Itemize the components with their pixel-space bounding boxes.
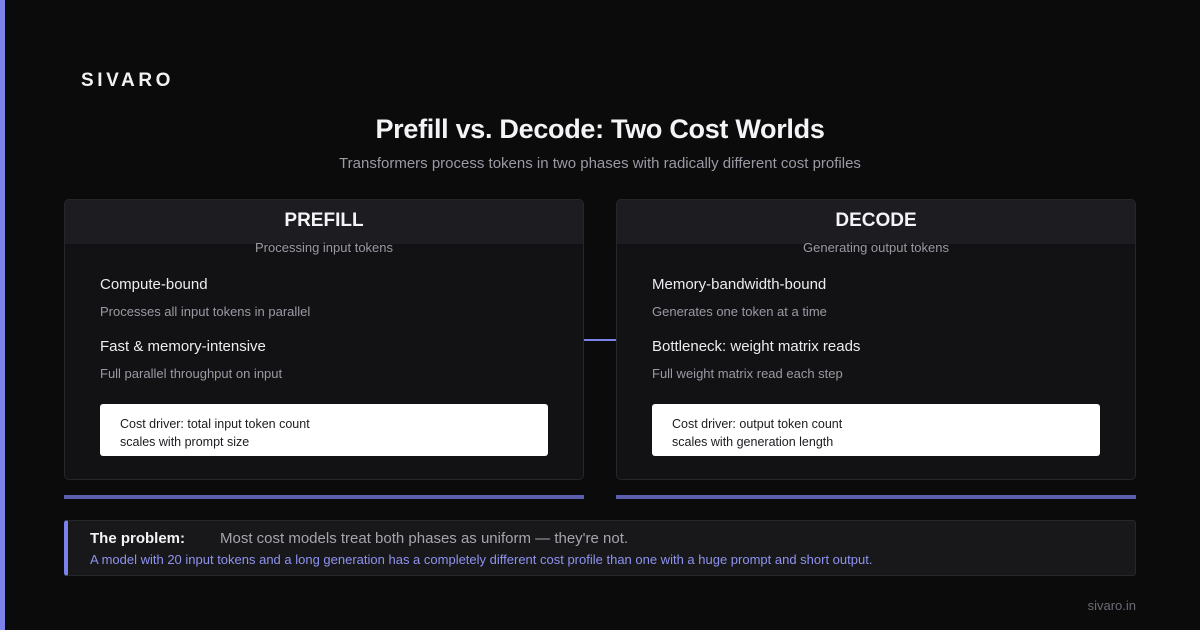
prefill-cost-scaling: scales with prompt size bbox=[120, 435, 250, 449]
decode-cost-driver-box: Cost driver: output token count scales w… bbox=[652, 404, 1100, 456]
decode-card-header: DECODE bbox=[617, 200, 1135, 244]
decode-cost-driver: Cost driver: output token count bbox=[672, 417, 843, 431]
prefill-point-2-head: Fast & memory-intensive bbox=[100, 338, 266, 355]
decode-underline-bar bbox=[616, 495, 1136, 499]
decode-point-2-head: Bottleneck: weight matrix reads bbox=[652, 338, 861, 355]
decode-card: DECODE Generating output tokens Memory-b… bbox=[616, 199, 1136, 480]
decode-point-2-desc: Full weight matrix read each step bbox=[652, 366, 843, 381]
problem-detail: A model with 20 input tokens and a long … bbox=[90, 552, 873, 567]
prefill-cost-driver: Cost driver: total input token count bbox=[120, 417, 310, 431]
brand-logo: SIVARO bbox=[81, 70, 175, 91]
left-accent-bar bbox=[0, 0, 5, 630]
prefill-underline-bar bbox=[64, 495, 584, 499]
footer-domain: sivaro.in bbox=[1087, 598, 1136, 613]
prefill-point-1-head: Compute-bound bbox=[100, 276, 208, 293]
decode-point-1-desc: Generates one token at a time bbox=[652, 304, 827, 319]
decode-subtitle: Generating output tokens bbox=[803, 240, 949, 255]
prefill-title: PREFILL bbox=[284, 210, 364, 231]
problem-text: Most cost models treat both phases as un… bbox=[220, 530, 629, 547]
prefill-card-header: PREFILL bbox=[65, 200, 583, 244]
decode-cost-scaling: scales with generation length bbox=[672, 435, 834, 449]
prefill-point-1-desc: Processes all input tokens in parallel bbox=[100, 304, 311, 319]
page-title: Prefill vs. Decode: Two Cost Worlds bbox=[375, 114, 825, 144]
problem-label: The problem: bbox=[90, 530, 186, 547]
problem-callout: The problem: Most cost models treat both… bbox=[64, 520, 1136, 576]
prefill-card: PREFILL Processing input tokens Compute-… bbox=[64, 199, 584, 480]
prefill-point-2-desc: Full parallel throughput on input bbox=[100, 366, 283, 381]
decode-point-1-head: Memory-bandwidth-bound bbox=[652, 276, 827, 293]
prefill-cost-driver-box: Cost driver: total input token count sca… bbox=[100, 404, 548, 456]
prefill-subtitle: Processing input tokens bbox=[254, 240, 394, 255]
page-subtitle: Transformers process tokens in two phase… bbox=[339, 155, 861, 172]
decode-title: DECODE bbox=[835, 210, 917, 231]
